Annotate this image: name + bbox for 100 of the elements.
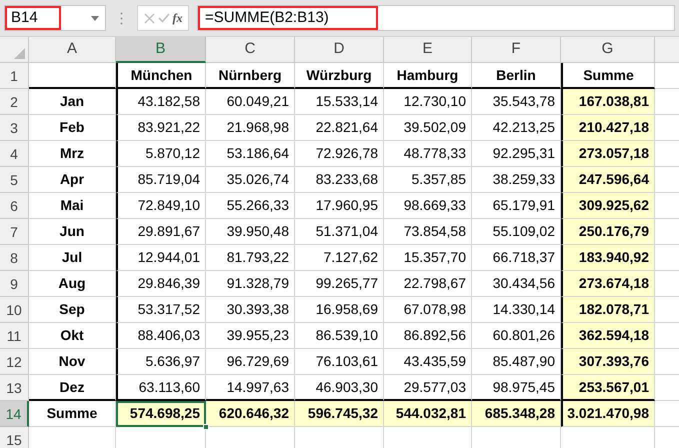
row-title: Nov [29,349,116,375]
table-cell: 29.577,03 [384,375,472,401]
table-cell: 39.950,48 [206,219,295,245]
total-cell: 309.925,62 [561,193,655,219]
table-cell: 63.113,60 [116,375,206,401]
table-cell: 96.729,69 [206,349,295,375]
column-title: Nürnberg [206,63,295,89]
table-cell: 65.179,91 [472,193,561,219]
formula-field[interactable]: =SUMME(B2:B13) [197,5,675,31]
table-cell: 12.944,01 [116,245,206,271]
row-header[interactable]: 15 [0,427,29,448]
table-cell: 15.533,14 [295,89,384,115]
row-header[interactable]: 3 [0,115,29,141]
row-title: Jul [29,245,116,271]
row-header[interactable]: 6 [0,193,29,219]
function-button[interactable]: fx [172,9,182,27]
column-title: Summe [561,63,655,89]
table-cell: 14.330,14 [472,297,561,323]
column-header[interactable]: C [206,37,295,63]
total-cell: 273.674,18 [561,271,655,297]
row-header[interactable]: 7 [0,219,29,245]
row-header[interactable]: 2 [0,89,29,115]
row-header[interactable]: 1 [0,63,29,89]
column-title: München [116,63,206,89]
row-header[interactable]: 8 [0,245,29,271]
total-cell: 307.393,76 [561,349,655,375]
row-header[interactable]: 9 [0,271,29,297]
total-cell: 253.567,01 [561,375,655,401]
row-title: Aug [29,271,116,297]
total-cell: 544.032,81 [384,401,472,427]
table-cell: 99.265,77 [295,271,384,297]
table-cell: 81.793,22 [206,245,295,271]
total-cell: 685.348,28 [472,401,561,427]
table-cell: 29.891,67 [116,219,206,245]
grip-icon [120,12,123,24]
select-all-corner[interactable] [0,37,29,63]
cancel-icon[interactable] [144,12,154,24]
table-cell: 17.960,95 [295,193,384,219]
total-cell: 167.038,81 [561,89,655,115]
column-header[interactable]: B [116,37,206,63]
table-cell: 85.487,90 [472,349,561,375]
row-title: Dez [29,375,116,401]
table-cell: 43.435,59 [384,349,472,375]
total-cell: 210.427,18 [561,115,655,141]
table-cell: 86.539,10 [295,323,384,349]
row-title: Sep [29,297,116,323]
total-cell: 182.078,71 [561,297,655,323]
total-cell: 574.698,25 [116,401,206,427]
row-header[interactable]: 11 [0,323,29,349]
table-cell: 51.371,04 [295,219,384,245]
table-cell: 7.127,62 [295,245,384,271]
table-cell: 12.730,10 [384,89,472,115]
column-header[interactable] [655,37,679,63]
total-cell: 3.021.470,98 [561,401,655,427]
row-title: Feb [29,115,116,141]
name-box[interactable]: B14 [4,5,106,31]
table-cell: 14.997,63 [206,375,295,401]
row-header[interactable]: 5 [0,167,29,193]
table-cell: 53.317,52 [116,297,206,323]
table-cell: 98.669,33 [384,193,472,219]
row-title: Summe [29,401,116,427]
table-cell: 66.718,37 [472,245,561,271]
table-cell: 29.846,39 [116,271,206,297]
table-cell: 39.502,09 [384,115,472,141]
table-cell: 42.213,25 [472,115,561,141]
row-header[interactable]: 14 [0,401,29,427]
table-cell: 88.406,03 [116,323,206,349]
row-title: Okt [29,323,116,349]
table-cell: 72.926,78 [295,141,384,167]
column-header[interactable]: A [29,37,116,63]
table-cell: 73.854,58 [384,219,472,245]
row-title: Jun [29,219,116,245]
table-cell: 83.233,68 [295,167,384,193]
dropdown-icon[interactable] [91,16,99,20]
table-cell: 48.778,33 [384,141,472,167]
column-header[interactable]: D [295,37,384,63]
row-title: Apr [29,167,116,193]
table-cell: 5.870,12 [116,141,206,167]
table-cell: 92.295,31 [472,141,561,167]
column-title: Hamburg [384,63,472,89]
table-cell: 98.975,45 [472,375,561,401]
table-cell: 38.259,33 [472,167,561,193]
table-cell: 86.892,56 [384,323,472,349]
column-header[interactable]: F [472,37,561,63]
table-cell: 91.328,79 [206,271,295,297]
table-cell: 67.078,98 [384,297,472,323]
table-cell: 16.958,69 [295,297,384,323]
check-icon[interactable] [158,13,170,23]
column-header[interactable]: E [384,37,472,63]
fill-handle[interactable] [203,424,209,430]
row-header[interactable]: 12 [0,349,29,375]
table-cell: 72.849,10 [116,193,206,219]
table-cell: 83.921,22 [116,115,206,141]
row-header[interactable]: 4 [0,141,29,167]
column-header[interactable]: G [561,37,655,63]
table-cell: 21.968,98 [206,115,295,141]
row-header[interactable]: 13 [0,375,29,401]
row-title: Jan [29,89,116,115]
row-header[interactable]: 10 [0,297,29,323]
table-cell: 55.266,33 [206,193,295,219]
